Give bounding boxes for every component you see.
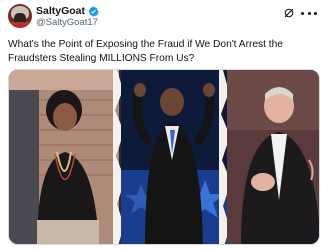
right-panel: [227, 70, 319, 244]
avatar-bottom-shape: [8, 22, 32, 28]
middle-panel: [121, 70, 227, 244]
author-display-name[interactable]: SaltyGoat: [36, 5, 85, 17]
user-avatar[interactable]: [8, 4, 32, 28]
media-collage: [9, 70, 319, 244]
more-options-icon[interactable]: [301, 7, 317, 19]
dot: [301, 11, 304, 15]
left-panel: [9, 70, 119, 244]
dot: [307, 11, 311, 15]
verified-badge-icon: [88, 6, 99, 16]
author-name-row: SaltyGoat: [36, 5, 99, 17]
grok-icon[interactable]: [283, 7, 295, 19]
author-handle[interactable]: @SaltyGoat17: [36, 17, 98, 28]
tweet-media-image[interactable]: [8, 69, 320, 245]
dot: [314, 11, 317, 15]
tweet-text: What's the Point of Exposing the Fraud i…: [8, 39, 283, 64]
tweet-card: SaltyGoat @SaltyGoat17 What's the Point …: [0, 0, 328, 250]
